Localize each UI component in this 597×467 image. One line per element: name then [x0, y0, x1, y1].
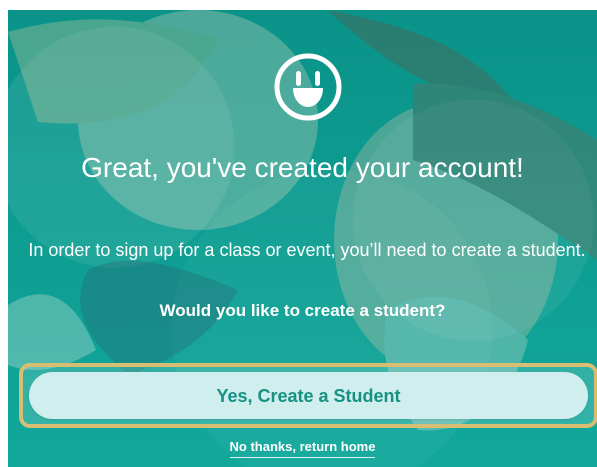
success-title: Great, you've created your account!: [81, 152, 524, 183]
student-requirement-message: In order to sign up for a class or event…: [28, 240, 586, 260]
account-created-dialog: Great, you've created your account! In o…: [8, 10, 597, 467]
smiley-logo-icon: [274, 53, 342, 121]
return-home-link[interactable]: No thanks, return home: [8, 438, 597, 462]
create-student-button[interactable]: Yes, Create a Student: [19, 363, 597, 428]
return-home-link-label: No thanks, return home: [229, 438, 376, 458]
create-student-button-label: Yes, Create a Student: [216, 385, 401, 406]
create-student-question: Would you like to create a student?: [159, 301, 446, 320]
create-student-button-surface[interactable]: Yes, Create a Student: [29, 372, 588, 419]
dialog-content: Great, you've created your account! In o…: [8, 10, 597, 467]
